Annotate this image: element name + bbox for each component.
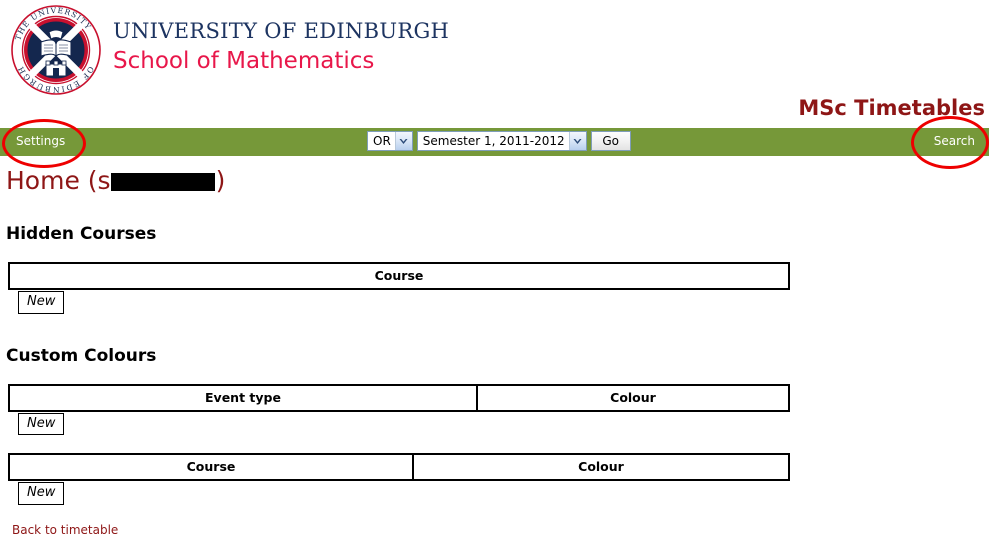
column-header-course: Course [8,262,790,290]
table-header-row: Course [8,262,790,290]
page-title-prefix: Home (s [6,166,111,195]
school-name: School of Mathematics [113,47,375,74]
university-crest-icon: THE UNIVERSITY OF EDINBURGH [8,2,104,98]
chevron-down-icon[interactable] [394,132,412,150]
page-header: THE UNIVERSITY OF EDINBURGH UNIVERSITY O… [0,0,989,120]
settings-link[interactable]: Settings [16,134,65,148]
page-title-suffix: ) [215,166,226,195]
table-header-row: Event type Colour [8,383,790,412]
search-link[interactable]: Search [934,134,975,148]
event-type-colour-block: Event type Colour New [0,383,989,436]
go-button[interactable]: Go [590,131,631,151]
hidden-courses-heading: Hidden Courses [6,224,157,244]
match-mode-select[interactable]: OR [367,131,413,151]
page-site-title: MSc Timetables [798,96,985,120]
course-colour-table: Course Colour [8,453,790,482]
table-header-row: Course Colour [8,453,790,482]
timetable-filter-controls: OR Semester 1, 2011-2012 Go [367,131,631,151]
semester-value: Semester 1, 2011-2012 [422,134,565,148]
custom-colours-heading: Custom Colours [6,345,157,366]
new-event-type-colour-button[interactable]: New [18,412,65,436]
match-mode-value: OR [373,134,391,148]
semester-select[interactable]: Semester 1, 2011-2012 [416,131,587,151]
column-header-colour: Colour [412,453,790,482]
column-header-event-type: Event type [8,383,478,412]
navigation-bar: Settings Search OR Semester 1, 2011-2012… [0,128,989,156]
hidden-courses-block: Course New [0,262,989,314]
event-type-colour-table: Event type Colour [8,383,790,412]
redacted-username [110,173,215,191]
new-hidden-course-button[interactable]: New [18,291,65,314]
university-name: UNIVERSITY OF EDINBURGH [113,19,450,43]
back-to-timetable-link[interactable]: Back to timetable [12,523,118,537]
course-colour-block: Course Colour New [0,453,989,505]
column-header-colour: Colour [476,383,790,412]
column-header-course: Course [8,453,414,482]
hidden-courses-table: Course [8,262,790,290]
chevron-down-icon[interactable] [568,132,586,150]
brand-block: UNIVERSITY OF EDINBURGH School of Mathem… [113,19,450,75]
new-course-colour-button[interactable]: New [18,482,65,505]
page-title: Home (s) [6,168,989,193]
page-content: Home (s) Hidden Courses Course New Custo… [0,156,989,538]
